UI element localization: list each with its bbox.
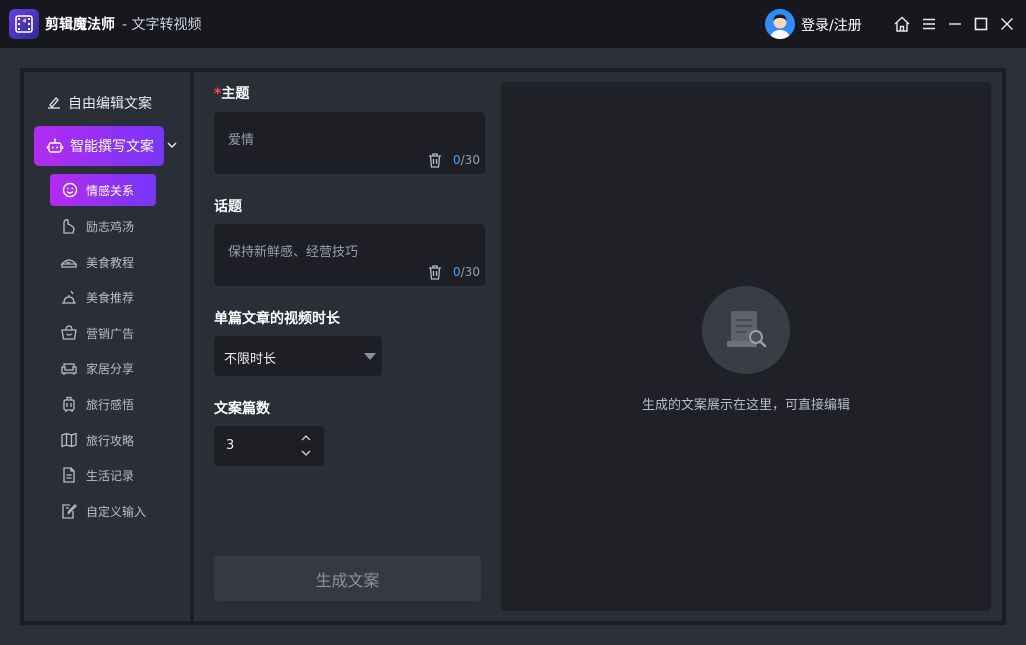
minimize-icon[interactable] — [945, 14, 965, 34]
smart-write-label: 智能撰写文案 — [70, 139, 154, 155]
sidebar-item-label: 生活记录 — [86, 468, 135, 483]
sidebar-item-life-record[interactable]: 生活记录 — [60, 465, 134, 485]
char-count-current: 0 — [453, 265, 461, 279]
sidebar-item-label: 营销广告 — [86, 326, 135, 341]
sidebar-item-motivation[interactable]: 励志鸡汤 — [60, 216, 134, 236]
char-counter: 0/30 — [453, 153, 480, 167]
sidebar-item-label: 旅行感悟 — [86, 397, 135, 412]
flex-arm-icon — [63, 219, 75, 234]
page-subtitle: - 文字转视频 — [122, 17, 202, 33]
food-dish-icon — [62, 290, 76, 304]
sidebar-item-marketing[interactable]: 营销广告 — [60, 323, 134, 343]
duration-select[interactable]: 不限时长 — [214, 336, 382, 376]
sidebar-item-label: 美食推荐 — [86, 290, 135, 305]
sidebar-item-label: 家居分享 — [86, 361, 135, 376]
duration-label: 单篇文章的视频时长 — [214, 311, 340, 327]
article-count-label: 文案篇数 — [214, 401, 270, 417]
char-counter: 0/30 — [453, 265, 480, 279]
article-count-value: 3 — [226, 438, 235, 453]
caret-down-icon — [364, 353, 376, 360]
topic-input-value: 爱情 — [228, 133, 255, 148]
sidebar-item-label: 情感关系 — [86, 183, 135, 198]
sidebar-item-label: 旅行攻略 — [86, 433, 135, 448]
free-edit-label: 自由编辑文案 — [68, 96, 152, 112]
trash-icon[interactable] — [427, 152, 443, 168]
sidebar-item-food-tutorial[interactable]: 美食教程 — [60, 252, 134, 272]
chevron-up-icon[interactable] — [300, 433, 312, 443]
subject-input[interactable]: 保持新鲜感、经营技巧 0/30 — [214, 224, 485, 286]
map-icon — [61, 432, 77, 448]
smart-write-nav-item[interactable]: 智能撰写文案 — [34, 126, 164, 166]
duration-selected-value: 不限时长 — [224, 352, 277, 367]
topic-label-text: 主题 — [221, 86, 250, 102]
topic-label: *主题 — [214, 83, 249, 103]
chevron-down-icon[interactable] — [300, 448, 312, 458]
robot-icon — [46, 138, 64, 153]
trash-icon[interactable] — [427, 264, 443, 280]
empty-state-text: 生成的文案展示在这里，可直接编辑 — [641, 398, 850, 413]
sidebar-item-label: 自定义输入 — [86, 504, 147, 519]
char-count-max: /30 — [460, 265, 480, 279]
sidebar-item-label: 励志鸡汤 — [86, 219, 135, 234]
free-edit-nav-item[interactable]: 自由编辑文案 — [46, 92, 152, 114]
sidebar-item-emotion[interactable]: 情感关系 — [50, 174, 156, 206]
sidebar-item-travel-guide[interactable]: 旅行攻略 — [60, 430, 134, 450]
char-count-current: 0 — [453, 153, 461, 167]
subject-input-value: 保持新鲜感、经营技巧 — [228, 245, 359, 260]
sofa-icon — [61, 363, 77, 375]
sidebar-item-home-share[interactable]: 家居分享 — [60, 358, 134, 378]
edit-note-icon — [62, 504, 77, 519]
user-avatar[interactable] — [765, 9, 795, 39]
chevron-down-icon[interactable] — [166, 139, 178, 151]
topic-input[interactable]: 爱情 0/30 — [214, 112, 485, 174]
empty-document-search-icon — [702, 286, 790, 374]
home-icon[interactable] — [892, 14, 912, 34]
document-icon — [63, 467, 75, 483]
pen-edit-icon — [48, 97, 60, 109]
generate-copy-button[interactable]: 生成文案 — [214, 556, 481, 601]
menu-icon[interactable] — [919, 14, 939, 34]
cake-icon — [60, 259, 78, 268]
shopping-basket-icon — [61, 325, 77, 340]
sidebar-item-label: 美食教程 — [86, 255, 135, 270]
sidebar-item-travel-thoughts[interactable]: 旅行感悟 — [60, 394, 134, 414]
app-name: 剪辑魔法师 — [45, 17, 115, 33]
close-icon[interactable] — [997, 14, 1017, 34]
subject-label: 话题 — [214, 199, 242, 215]
maximize-icon[interactable] — [971, 14, 991, 34]
char-count-max: /30 — [460, 153, 480, 167]
sidebar-item-food-recommend[interactable]: 美食推荐 — [60, 287, 134, 307]
smile-icon — [62, 182, 78, 198]
sidebar-item-custom-input[interactable]: 自定义输入 — [60, 501, 146, 521]
article-count-stepper[interactable]: 3 — [214, 426, 324, 466]
title-bar: 剪辑魔法师 - 文字转视频 登录/注册 — [0, 0, 1026, 48]
app-logo-icon — [9, 9, 39, 39]
login-register-link[interactable]: 登录/注册 — [801, 15, 862, 35]
luggage-icon — [63, 396, 75, 412]
